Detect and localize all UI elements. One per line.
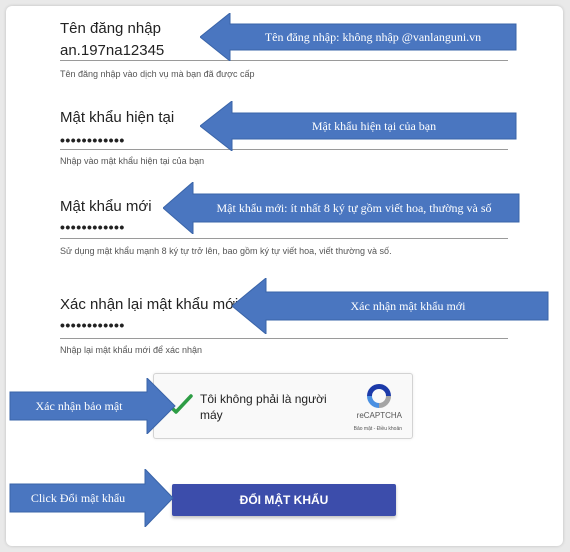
change-password-button[interactable]: ĐỔI MẬT KHẨU [172,484,396,516]
confirm-password-annotation-text: Xác nhận mật khẩu mới [350,298,466,313]
new-password-annotation-text: Mật khẩu mới: ít nhất 8 ký tự gồm viết h… [216,200,492,215]
submit-annotation-text: Click Đổi mật khẩu [30,490,126,505]
recaptcha-brand: reCAPTCHA [356,411,402,420]
captcha-annotation-text: Xác nhận bảo mật [35,398,123,413]
new-password-underline [60,238,508,239]
recaptcha-box[interactable]: Tôi không phải là người máy reCAPTCHA Bả… [153,373,413,439]
username-hint: Tên đăng nhập vào dịch vụ mà bạn đã được… [60,69,255,79]
confirm-password-underline [60,338,508,339]
recaptcha-links[interactable]: Bảo mật - Điều khoản [354,426,402,432]
current-password-annotation-text: Mật khẩu hiện tại của bạn [311,118,437,133]
username-annotation-text: Tên đăng nhập: không nhập @vanlanguni.vn [264,29,482,44]
current-password-hint: Nhập vào mật khẩu hiện tại của bạn [60,156,205,166]
confirm-password-hint: Nhập lại mật khẩu mới để xác nhận [60,345,202,355]
change-password-card [6,6,563,546]
recaptcha-label: Tôi không phải là người máy [200,392,327,422]
new-password-hint: Sử dụng mật khẩu mạnh 8 ký tự trở lên, b… [60,246,392,256]
recaptcha-logo-icon [367,384,391,408]
